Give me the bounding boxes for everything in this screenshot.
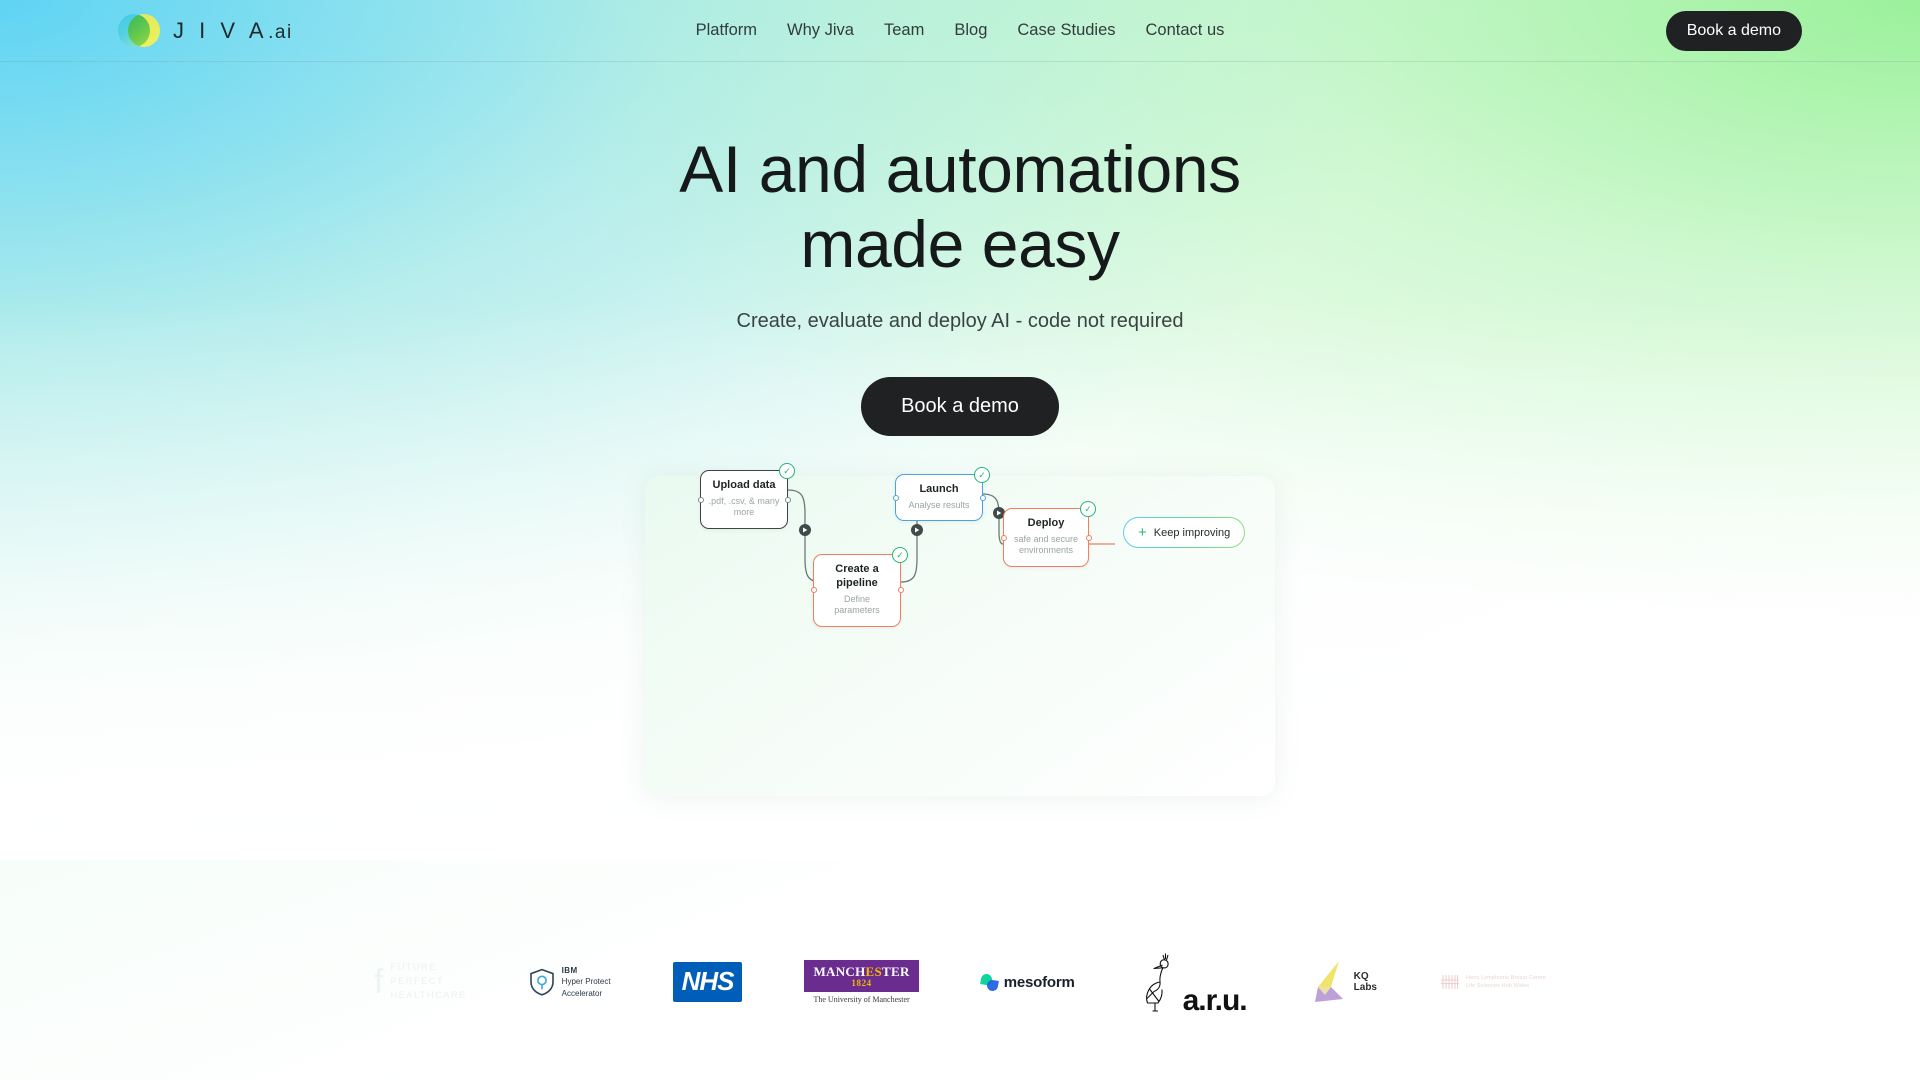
ibm-line-2: Hyper Protect bbox=[561, 977, 611, 987]
connector-midpoint-badge bbox=[911, 524, 923, 536]
node-port-left[interactable] bbox=[697, 496, 704, 503]
shield-icon bbox=[529, 968, 554, 996]
node-port-left[interactable] bbox=[892, 494, 899, 501]
logo-nhs: NHS bbox=[672, 946, 743, 1018]
workflow-node-deploy[interactable]: ✓ Deploy safe and secure environments bbox=[1000, 501, 1096, 568]
kq-line-1: KQ bbox=[1353, 970, 1369, 982]
logo-research-centre: Herts Lymphoma Breast Centre Life Scienc… bbox=[1439, 946, 1546, 1018]
man-year: 1824 bbox=[851, 978, 872, 989]
mesoform-wordmark: mesoform bbox=[1003, 973, 1075, 991]
node-description: safe and secure environments bbox=[1013, 533, 1079, 556]
fph-line-1: FUTURE bbox=[390, 962, 437, 974]
check-icon: ✓ bbox=[892, 547, 908, 563]
logo-suffix: .ai bbox=[268, 21, 293, 43]
logo-future-perfect-healthcare: f FUTURE PERFECT HEALTHCARE bbox=[374, 946, 467, 1018]
kq-line-2: Labs bbox=[1353, 982, 1377, 993]
mesoform-mark-icon bbox=[979, 972, 999, 992]
keep-improving-button[interactable]: + Keep improving bbox=[1123, 517, 1245, 548]
nav-item-contact-us[interactable]: Contact us bbox=[1146, 21, 1225, 40]
keep-improving-label: Keep improving bbox=[1153, 526, 1231, 539]
kq-labs-mark-icon bbox=[1314, 961, 1343, 1002]
fph-monogram-icon: f bbox=[374, 962, 384, 1001]
fph-line-3: HEALTHCARE bbox=[390, 989, 467, 1001]
nav-item-case-studies[interactable]: Case Studies bbox=[1017, 21, 1115, 40]
hero-title-line-2: made easy bbox=[800, 207, 1120, 282]
node-title: Upload data bbox=[712, 479, 776, 491]
logo-university-of-manchester: MANCHESTER 1824 The University of Manches… bbox=[804, 946, 919, 1018]
partner-logo-strip: f FUTURE PERFECT HEALTHCARE IBM Hyper Pr… bbox=[0, 946, 1920, 1018]
manchester-caption: The University of Manchester bbox=[813, 994, 910, 1004]
check-icon: ✓ bbox=[1080, 501, 1096, 517]
node-title: Deploy bbox=[1027, 517, 1065, 529]
aru-wordmark: a.r.u. bbox=[1182, 983, 1248, 1017]
node-port-right[interactable] bbox=[979, 494, 986, 501]
hero-book-demo-button[interactable]: Book a demo bbox=[861, 377, 1059, 437]
heron-bird-icon bbox=[1145, 953, 1169, 1012]
workflow-node-upload-data[interactable]: ✓ Upload data .pdf, .csv, & many more bbox=[697, 463, 795, 530]
node-description: Analyse results bbox=[908, 499, 970, 510]
node-title: Create a pipeline bbox=[835, 563, 879, 589]
logo-mesoform: mesoform bbox=[979, 946, 1075, 1018]
plus-icon: + bbox=[1138, 524, 1147, 541]
research-line-2: Life Sciences Hub Wales bbox=[1466, 983, 1530, 989]
ibm-line-1: IBM bbox=[561, 965, 578, 975]
node-description: .pdf, .csv, & many more bbox=[708, 495, 780, 518]
nav-item-blog[interactable]: Blog bbox=[954, 21, 987, 40]
check-icon: ✓ bbox=[974, 467, 990, 483]
node-port-right[interactable] bbox=[1085, 534, 1092, 541]
hero-section: AI and automations made easy Create, eva… bbox=[0, 62, 1920, 437]
jiva-logo-circles-icon bbox=[118, 13, 160, 48]
hero-title-line-1: AI and automations bbox=[679, 132, 1241, 206]
research-line-1: Herts Lymphoma Breast Centre bbox=[1466, 974, 1546, 981]
hero-subtitle: Create, evaluate and deploy AI - code no… bbox=[736, 310, 1184, 333]
node-port-left[interactable] bbox=[1000, 534, 1007, 541]
logo[interactable]: J I V A.ai bbox=[118, 13, 293, 48]
header-book-demo-button[interactable]: Book a demo bbox=[1665, 10, 1802, 51]
node-description: Define parameters bbox=[834, 593, 880, 616]
node-port-right[interactable] bbox=[897, 587, 904, 594]
page-title: AI and automations made easy bbox=[0, 132, 1920, 282]
fph-line-2: PERFECT bbox=[390, 976, 444, 988]
workflow-node-launch[interactable]: ✓ Launch Analyse results bbox=[892, 467, 990, 522]
node-port-right[interactable] bbox=[784, 496, 791, 503]
site-header: J I V A.ai Platform Why Jiva Team Blog C… bbox=[0, 0, 1920, 62]
manchester-wordmark: MANCHESTER 1824 bbox=[804, 960, 919, 992]
logo-anglia-ruskin-university: a.r.u. bbox=[1137, 946, 1248, 1018]
logo-text: J I V A.ai bbox=[173, 18, 293, 44]
logo-kq-labs: KQ Labs bbox=[1309, 946, 1377, 1018]
nav-item-why-jiva[interactable]: Why Jiva bbox=[787, 21, 854, 40]
nhs-wordmark: NHS bbox=[672, 962, 743, 1002]
workflow-diagram-card: ✓ Upload data .pdf, .csv, & many more ✓ … bbox=[645, 463, 1275, 796]
nav-item-platform[interactable]: Platform bbox=[696, 21, 757, 40]
research-centre-mark-icon bbox=[1441, 975, 1459, 989]
workflow-canvas: ✓ Upload data .pdf, .csv, & many more ✓ … bbox=[645, 463, 1275, 796]
check-icon: ✓ bbox=[779, 463, 795, 479]
node-title: Launch bbox=[919, 483, 959, 495]
connector-midpoint-badge bbox=[799, 524, 811, 536]
man-post: TER bbox=[882, 964, 910, 980]
logo-word: J I V A bbox=[173, 17, 269, 43]
node-port-left[interactable] bbox=[810, 587, 817, 594]
logo-ibm-hyper-protect-accelerator: IBM Hyper Protect Accelerator bbox=[529, 946, 611, 1018]
ibm-line-3: Accelerator bbox=[561, 988, 603, 998]
nav-item-team[interactable]: Team bbox=[884, 21, 924, 40]
workflow-node-create-pipeline[interactable]: ✓ Create a pipeline Define parameters bbox=[810, 547, 908, 627]
main-navigation: Platform Why Jiva Team Blog Case Studies… bbox=[696, 21, 1225, 40]
